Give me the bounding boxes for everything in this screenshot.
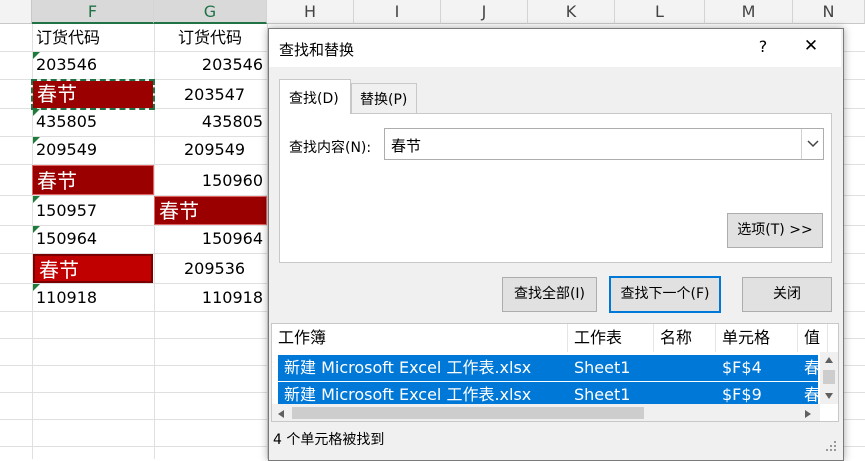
results-list[interactable]: 工作簿 工作表 名称 单元格 值 新建 Microsoft Excel 工作表.… — [271, 323, 839, 422]
scroll-up-icon[interactable] — [824, 356, 834, 364]
select-all-corner[interactable] — [0, 0, 32, 24]
result-sheet: Sheet1 — [574, 358, 631, 377]
scroll-left-icon[interactable] — [277, 409, 285, 419]
find-what-input[interactable]: 春节 — [391, 135, 421, 156]
cell-f8[interactable]: 150964 — [32, 225, 154, 253]
results-header-sheet[interactable]: 工作表 — [568, 324, 654, 352]
tab-find-label: 查找(D) — [289, 91, 339, 107]
vertical-scrollbar-thumb[interactable] — [823, 370, 835, 384]
cell-f4[interactable]: 435805 — [32, 108, 154, 136]
result-cell: $F$4 — [722, 358, 762, 377]
cell-g5[interactable]: 209549 — [180, 136, 267, 164]
cell-g7-highlight[interactable]: 春节 — [154, 196, 267, 225]
status-text: 4 个单元格被找到 — [273, 432, 385, 448]
result-row[interactable]: 新建 Microsoft Excel 工作表.xlsx Sheet1 $F$4 … — [278, 355, 818, 381]
cell-f9-highlight[interactable]: 春节 — [33, 254, 153, 283]
column-header-l[interactable]: L — [615, 0, 705, 24]
tab-replace[interactable]: 替换(P) — [351, 83, 417, 113]
results-header-name[interactable]: 名称 — [654, 324, 716, 352]
cell-g2[interactable]: 203546 — [154, 51, 267, 79]
dialog-title: 查找和替换 — [279, 41, 355, 59]
cell-f10[interactable]: 110918 — [32, 284, 154, 312]
column-header-i[interactable]: I — [354, 0, 441, 24]
cell-g8[interactable]: 150964 — [154, 225, 267, 253]
cell-g10[interactable]: 110918 — [154, 284, 267, 312]
cell-g9[interactable]: 209536 — [180, 255, 267, 283]
dialog-title-bar[interactable]: 查找和替换 ? ✕ — [269, 29, 841, 67]
cell-g4[interactable]: 435805 — [154, 108, 267, 136]
horizontal-scrollbar-thumb[interactable] — [292, 407, 644, 419]
find-tab-panel: 查找内容(N): 春节 选项(T) >> — [279, 113, 832, 263]
scroll-right-icon[interactable] — [804, 409, 812, 419]
column-header-k[interactable]: K — [528, 0, 615, 24]
close-button[interactable]: 关闭 — [742, 277, 832, 312]
cell-g3[interactable]: 203547 — [180, 81, 267, 109]
find-what-label: 查找内容(N): — [289, 140, 372, 156]
cell-f5[interactable]: 209549 — [32, 136, 154, 164]
column-header-n[interactable]: N — [793, 0, 865, 24]
find-all-button[interactable]: 查找全部(I) — [502, 277, 597, 312]
result-workbook: 新建 Microsoft Excel 工作表.xlsx — [284, 358, 532, 377]
status-bar: 4 个单元格被找到 — [269, 424, 841, 458]
cell-f7[interactable]: 150957 — [32, 197, 154, 225]
results-header-workbook[interactable]: 工作簿 — [272, 324, 568, 352]
find-what-combobox[interactable]: 春节 — [384, 128, 824, 160]
cell-f3-highlight[interactable]: 春节 — [31, 79, 155, 110]
result-value: 春 — [798, 355, 818, 381]
cell-f2[interactable]: 203546 — [32, 51, 154, 79]
tab-replace-label: 替换(P) — [360, 92, 408, 108]
column-header-g[interactable]: G — [154, 0, 267, 24]
column-header-m[interactable]: M — [705, 0, 793, 24]
tab-find[interactable]: 查找(D) — [279, 79, 351, 114]
help-icon[interactable]: ? — [753, 37, 773, 56]
find-next-button[interactable]: 查找下一个(F) — [609, 276, 721, 313]
options-button[interactable]: 选项(T) >> — [727, 213, 823, 248]
cell-g1[interactable]: 订货代码 — [174, 24, 267, 52]
results-header-value[interactable]: 值 — [798, 324, 828, 352]
column-header-j[interactable]: J — [441, 0, 528, 24]
horizontal-scrollbar[interactable] — [272, 404, 820, 421]
chevron-down-icon[interactable] — [801, 129, 823, 159]
column-header-f[interactable]: F — [32, 0, 154, 24]
find-replace-dialog: 查找和替换 ? ✕ 查找(D) 替换(P) 查找内容(N): 春节 选项(T) … — [268, 28, 844, 461]
resize-grip-icon[interactable] — [825, 440, 837, 452]
scroll-down-icon[interactable] — [824, 392, 834, 400]
results-header-cell[interactable]: 单元格 — [716, 324, 798, 352]
cell-f6-highlight[interactable]: 春节 — [32, 165, 154, 195]
close-icon[interactable]: ✕ — [799, 36, 823, 56]
column-header-h[interactable]: H — [267, 0, 354, 24]
cell-f1[interactable]: 订货代码 — [32, 24, 154, 52]
result-name — [654, 355, 716, 381]
cell-g6[interactable]: 150960 — [154, 167, 267, 195]
vertical-scrollbar[interactable] — [820, 352, 838, 404]
